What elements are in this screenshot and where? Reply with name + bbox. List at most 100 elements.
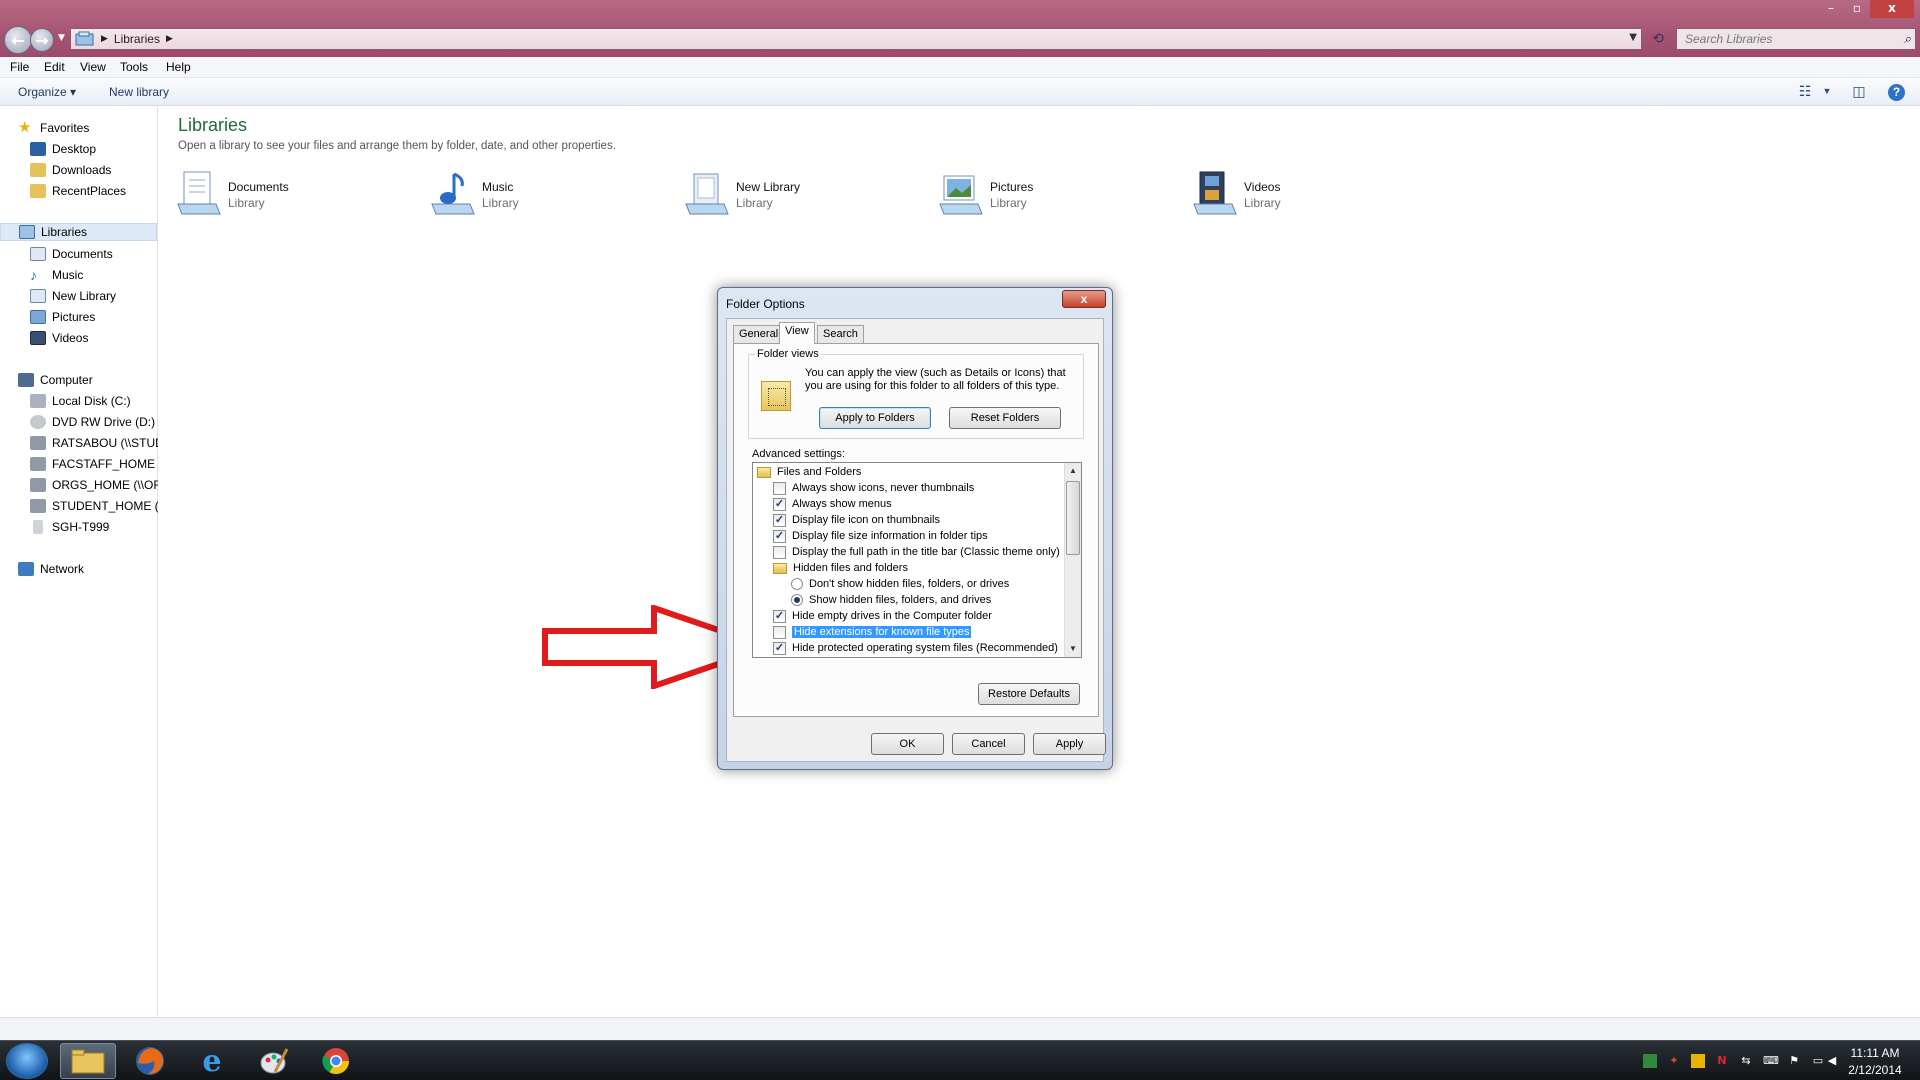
nav-item-videos[interactable]: Videos [30, 329, 88, 347]
restore-defaults-button[interactable]: Restore Defaults [978, 683, 1080, 705]
back-button[interactable]: ← [4, 26, 32, 54]
setting-display-file-icon[interactable]: ✓ Display file icon on thumbnails [773, 512, 940, 528]
menu-edit[interactable]: Edit [44, 60, 65, 74]
clock-time[interactable]: 11:11 AM [1840, 1046, 1910, 1060]
apply-button[interactable]: Apply [1033, 733, 1106, 755]
recent-pages-dropdown-icon[interactable]: ▼ [58, 33, 65, 43]
apply-to-folders-button[interactable]: Apply to Folders [819, 407, 931, 429]
checkbox-checked[interactable]: ✓ [773, 513, 786, 527]
library-tile-videos[interactable]: Videos Library [1192, 168, 1422, 220]
checkbox-checked[interactable]: ✓ [773, 641, 786, 655]
library-tile-new-library[interactable]: New Library Library [684, 168, 914, 220]
setting-always-show-menus[interactable]: ✓ Always show menus [773, 496, 892, 512]
forward-button[interactable]: → [30, 28, 54, 52]
nav-item-downloads[interactable]: Downloads [30, 161, 111, 179]
menu-view[interactable]: View [80, 60, 106, 74]
setting-hide-empty-drives[interactable]: ✓ Hide empty drives in the Computer fold… [773, 608, 992, 624]
checkbox-unchecked[interactable] [773, 481, 786, 495]
tray-app-icon[interactable] [1643, 1054, 1657, 1068]
breadcrumb-separator-icon[interactable]: ▶ [166, 34, 173, 44]
tree-node-files-and-folders[interactable]: Files and Folders [757, 464, 861, 480]
advanced-settings-scrollbar[interactable]: ▲ ▼ [1064, 463, 1081, 657]
nav-favorites[interactable]: ★ Favorites [18, 119, 89, 137]
close-window-button[interactable]: x [1870, 0, 1914, 18]
nav-item-recentplaces[interactable]: RecentPlaces [30, 182, 126, 200]
advanced-settings-list[interactable]: Files and Folders Always show icons, nev… [752, 462, 1082, 658]
radio-unselected[interactable] [791, 578, 803, 590]
tab-general[interactable]: General [733, 325, 785, 343]
tray-keyboard-icon[interactable]: ⌨ [1763, 1054, 1779, 1068]
menu-file[interactable]: File [10, 60, 29, 74]
nav-computer[interactable]: Computer [18, 371, 93, 389]
library-tile-documents[interactable]: Documents Library [176, 168, 406, 220]
nav-item-network-drive[interactable]: STUDENT_HOME (\\ [30, 497, 158, 515]
nav-item-network-drive[interactable]: ORGS_HOME (\\ORG [30, 476, 158, 494]
checkbox-unchecked[interactable] [773, 545, 786, 559]
dialog-close-button[interactable]: x [1062, 290, 1106, 308]
tray-network-icon[interactable]: ⇆ [1739, 1054, 1753, 1068]
tray-n-icon[interactable]: N [1715, 1054, 1729, 1068]
reset-folders-button[interactable]: Reset Folders [949, 407, 1061, 429]
preview-pane-icon[interactable]: ◫ [1850, 83, 1868, 99]
maximize-button[interactable]: ▫ [1844, 0, 1870, 18]
nav-item-music[interactable]: ♪ Music [30, 266, 83, 284]
scroll-up-icon[interactable]: ▲ [1065, 463, 1081, 479]
nav-item-phone[interactable]: SGH-T999 [30, 518, 158, 536]
organize-button[interactable]: Organize ▾ [18, 85, 76, 99]
nav-item-dvd-drive[interactable]: DVD RW Drive (D:) [30, 413, 158, 431]
change-view-icon[interactable]: ☷ [1796, 83, 1814, 99]
nav-item-pictures[interactable]: Pictures [30, 308, 95, 326]
clock-date[interactable]: 2/12/2014 [1840, 1063, 1910, 1077]
tab-search[interactable]: Search [817, 325, 864, 343]
search-icon[interactable]: ⌕ [1904, 31, 1911, 47]
breadcrumb-libraries[interactable]: Libraries [114, 32, 160, 46]
setting-always-show-icons[interactable]: Always show icons, never thumbnails [773, 480, 974, 496]
address-dropdown-icon[interactable]: ▼ [1629, 32, 1637, 43]
nav-item-local-disk[interactable]: Local Disk (C:) [30, 392, 158, 410]
taskbar-chrome[interactable] [308, 1043, 364, 1079]
menu-help[interactable]: Help [166, 60, 191, 74]
radio-selected[interactable] [791, 594, 803, 606]
nav-item-new-library[interactable]: New Library [30, 287, 116, 305]
nav-item-documents[interactable]: Documents [30, 245, 113, 263]
tray-volume-icon[interactable]: ◀ [1825, 1054, 1839, 1068]
tray-flag-icon[interactable]: ⚑ [1787, 1054, 1801, 1068]
new-library-button[interactable]: New library [109, 85, 169, 99]
tree-node-hidden-files[interactable]: Hidden files and folders [773, 560, 908, 576]
setting-hide-protected-files[interactable]: ✓ Hide protected operating system files … [773, 640, 1058, 656]
checkbox-checked[interactable]: ✓ [773, 529, 786, 543]
menu-tools[interactable]: Tools [120, 60, 148, 74]
checkbox-checked[interactable]: ✓ [773, 497, 786, 511]
checkbox-checked[interactable]: ✓ [773, 609, 786, 623]
nav-item-network-drive[interactable]: FACSTAFF_HOME (\ [30, 455, 158, 473]
cancel-button[interactable]: Cancel [952, 733, 1025, 755]
setting-show-hidden[interactable]: Show hidden files, folders, and drives [791, 592, 991, 608]
taskbar-explorer[interactable] [60, 1043, 116, 1079]
taskbar-firefox[interactable] [122, 1043, 178, 1079]
nav-item-desktop[interactable]: Desktop [30, 140, 96, 158]
setting-display-file-size[interactable]: ✓ Display file size information in folde… [773, 528, 988, 544]
tray-display-icon[interactable]: ▭ [1811, 1054, 1825, 1068]
address-bar[interactable]: ▶ Libraries ▶ ▼ [70, 28, 1642, 50]
help-icon[interactable]: ? [1888, 84, 1905, 101]
nav-libraries[interactable]: Libraries [0, 223, 157, 241]
setting-display-full-path[interactable]: Display the full path in the title bar (… [773, 544, 1060, 560]
library-tile-music[interactable]: Music Library [430, 168, 660, 220]
tray-shield-icon[interactable] [1691, 1054, 1705, 1068]
minimize-button[interactable]: – [1818, 0, 1844, 18]
ok-button[interactable]: OK [871, 733, 944, 755]
library-tile-pictures[interactable]: Pictures Library [938, 168, 1168, 220]
checkbox-unchecked[interactable] [773, 625, 786, 639]
scroll-down-icon[interactable]: ▼ [1065, 641, 1081, 657]
tab-view[interactable]: View [779, 322, 815, 344]
view-options-dropdown-icon[interactable]: ▼ [1818, 86, 1836, 102]
search-input[interactable]: Search Libraries ⌕ [1676, 28, 1916, 50]
taskbar-internet-explorer[interactable]: e [184, 1043, 240, 1079]
breadcrumb-separator-icon[interactable]: ▶ [101, 34, 108, 44]
nav-item-network-drive[interactable]: RATSABOU (\\STUD [30, 434, 158, 452]
setting-hide-extensions[interactable]: Hide extensions for known file types [773, 624, 972, 640]
setting-dont-show-hidden[interactable]: Don't show hidden files, folders, or dri… [791, 576, 1009, 592]
refresh-button[interactable]: ⟲ [1648, 29, 1668, 49]
tray-color-icon[interactable]: ✦ [1667, 1054, 1681, 1068]
start-button[interactable] [6, 1043, 48, 1079]
